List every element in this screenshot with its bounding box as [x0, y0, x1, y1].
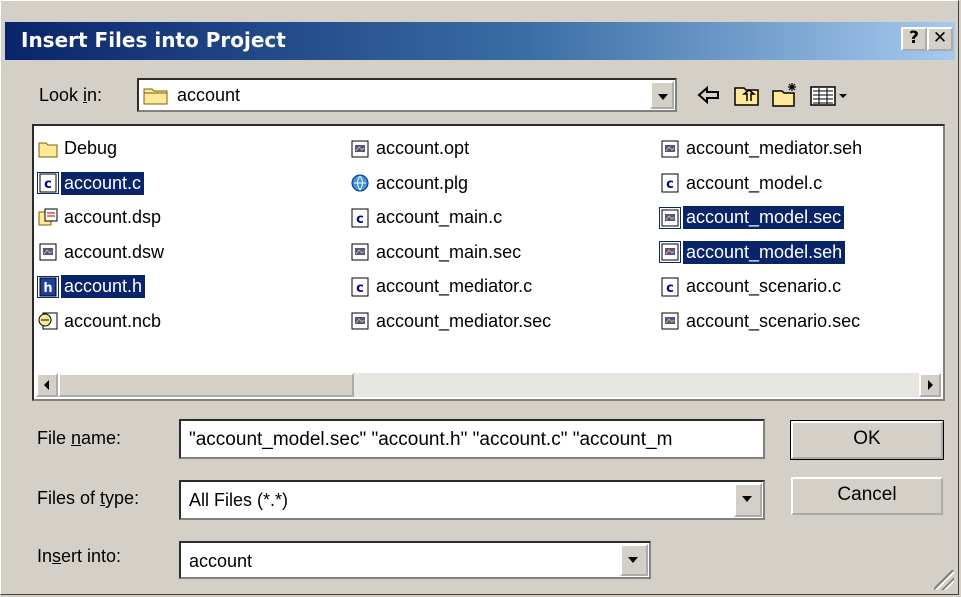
generic-file-icon: [351, 243, 369, 261]
file-item[interactable]: account.ncb: [38, 309, 164, 334]
files-of-type-label: Files of type:: [37, 488, 140, 508]
view-menu-icon[interactable]: [809, 81, 849, 109]
html-file-icon: [351, 174, 369, 192]
title-bar[interactable]: Insert Files into Project ? ✕: [5, 22, 955, 60]
file-name: account_mediator.seh: [686, 138, 863, 158]
cancel-button[interactable]: Cancel: [791, 477, 943, 515]
ok-button[interactable]: OK: [790, 420, 944, 460]
back-arrow-icon[interactable]: [695, 81, 723, 109]
file-name: account.plg: [376, 172, 469, 193]
file-name-input[interactable]: "account_model.sec" "account.h" "account…: [179, 419, 765, 459]
up-folder-icon[interactable]: [733, 81, 761, 109]
c-source-icon: c: [351, 277, 369, 296]
folder-icon: [143, 88, 168, 105]
files-of-type-dropdown-arrow[interactable]: [734, 483, 762, 517]
file-name: account_model.sec: [683, 206, 845, 229]
file-name: account_model.seh: [683, 240, 846, 264]
scroll-thumb[interactable]: [58, 373, 354, 397]
look-in-dropdown-arrow[interactable]: [650, 81, 674, 109]
svg-text:h: h: [43, 281, 52, 296]
file-name-value: "account_model.sec" "account.h" "account…: [189, 429, 673, 450]
resize-grip[interactable]: [934, 570, 954, 590]
close-icon: ✕: [932, 28, 948, 48]
file-item[interactable]: h account.h: [37, 274, 146, 299]
file-item[interactable]: account_model.sec: [659, 205, 845, 230]
files-of-type-value: All Files (*.*): [189, 490, 289, 510]
project-icon: [38, 208, 58, 225]
file-name: account.c: [61, 171, 145, 195]
file-name: account.dsw: [64, 241, 165, 262]
file-item[interactable]: account_mediator.sec: [350, 309, 554, 334]
close-button[interactable]: ✕: [927, 27, 953, 51]
file-name: account.opt: [376, 138, 470, 158]
file-item[interactable]: c account.c: [37, 171, 145, 196]
look-in-value: account: [177, 85, 241, 105]
file-name: account_scenario.c: [686, 276, 842, 296]
svg-text:c: c: [44, 177, 52, 192]
file-item[interactable]: c account_scenario.c: [660, 274, 844, 299]
left-arrow-icon: [44, 380, 49, 390]
scroll-right-button[interactable]: [919, 373, 941, 397]
horizontal-scrollbar[interactable]: [36, 373, 941, 397]
generic-file-icon: [659, 241, 681, 263]
file-item[interactable]: account_scenario.sec: [660, 309, 863, 334]
file-name: account_scenario.sec: [686, 310, 861, 331]
insert-into-value: account: [189, 551, 253, 571]
generic-file-icon: [661, 312, 679, 330]
file-item[interactable]: account.dsw: [38, 240, 167, 265]
file-name: account_main.sec: [376, 241, 522, 262]
file-item[interactable]: account.opt: [350, 136, 472, 161]
look-in-combo[interactable]: account: [137, 78, 677, 112]
svg-text:c: c: [356, 281, 364, 296]
generic-file-icon: [661, 140, 679, 157]
file-item[interactable]: c account_mediator.c: [350, 274, 535, 299]
file-item[interactable]: account_model.seh: [659, 240, 846, 265]
c-source-icon: c: [661, 173, 679, 193]
new-folder-icon[interactable]: [771, 81, 799, 109]
folder-icon: [38, 142, 58, 157]
insert-into-combo[interactable]: account: [179, 541, 651, 579]
files-of-type-combo[interactable]: All Files (*.*): [179, 480, 765, 520]
database-file-icon: [38, 312, 58, 330]
file-name: account.h: [61, 275, 146, 298]
scroll-left-button[interactable]: [36, 373, 58, 397]
svg-text:c: c: [666, 281, 674, 296]
svg-text:c: c: [666, 177, 674, 192]
c-source-icon: c: [37, 172, 59, 194]
file-list[interactable]: Debug c account.c account.dsp account.dsw h ac…: [32, 124, 945, 401]
insert-into-label: Insert into:: [37, 546, 122, 566]
look-in-label: Look in:: [39, 85, 103, 105]
file-item[interactable]: c account_main.c: [350, 205, 505, 230]
file-name: account.ncb: [64, 310, 162, 331]
header-file-icon: h: [37, 275, 59, 298]
file-name: account_mediator.c: [376, 276, 533, 296]
file-item[interactable]: account_main.sec: [350, 240, 524, 265]
window-title: Insert Files into Project: [21, 28, 286, 52]
generic-file-icon: [351, 312, 369, 330]
file-name: account.dsp: [64, 207, 162, 227]
insert-into-dropdown-arrow[interactable]: [620, 544, 648, 576]
svg-text:c: c: [356, 212, 364, 227]
file-item[interactable]: account.plg: [350, 171, 471, 196]
generic-file-icon: [39, 243, 57, 261]
generic-file-icon: [351, 140, 369, 157]
file-name: account_main.c: [376, 207, 503, 227]
insert-files-dialog: Insert Files into Project ? ✕ Look in: a…: [0, 0, 959, 595]
right-arrow-icon: [928, 380, 933, 390]
file-item[interactable]: account_mediator.seh: [660, 136, 865, 161]
c-source-icon: c: [661, 277, 679, 296]
file-item[interactable]: account.dsp: [38, 205, 164, 230]
file-name: account_model.c: [686, 172, 823, 193]
file-item[interactable]: Debug: [38, 136, 120, 161]
file-name: account_mediator.sec: [376, 310, 552, 331]
c-source-icon: c: [351, 208, 369, 227]
help-button[interactable]: ?: [901, 27, 927, 51]
file-item[interactable]: c account_model.c: [660, 171, 825, 196]
file-name-label: File name:: [37, 428, 122, 448]
generic-file-icon: [659, 206, 681, 229]
file-name: Debug: [64, 138, 118, 158]
